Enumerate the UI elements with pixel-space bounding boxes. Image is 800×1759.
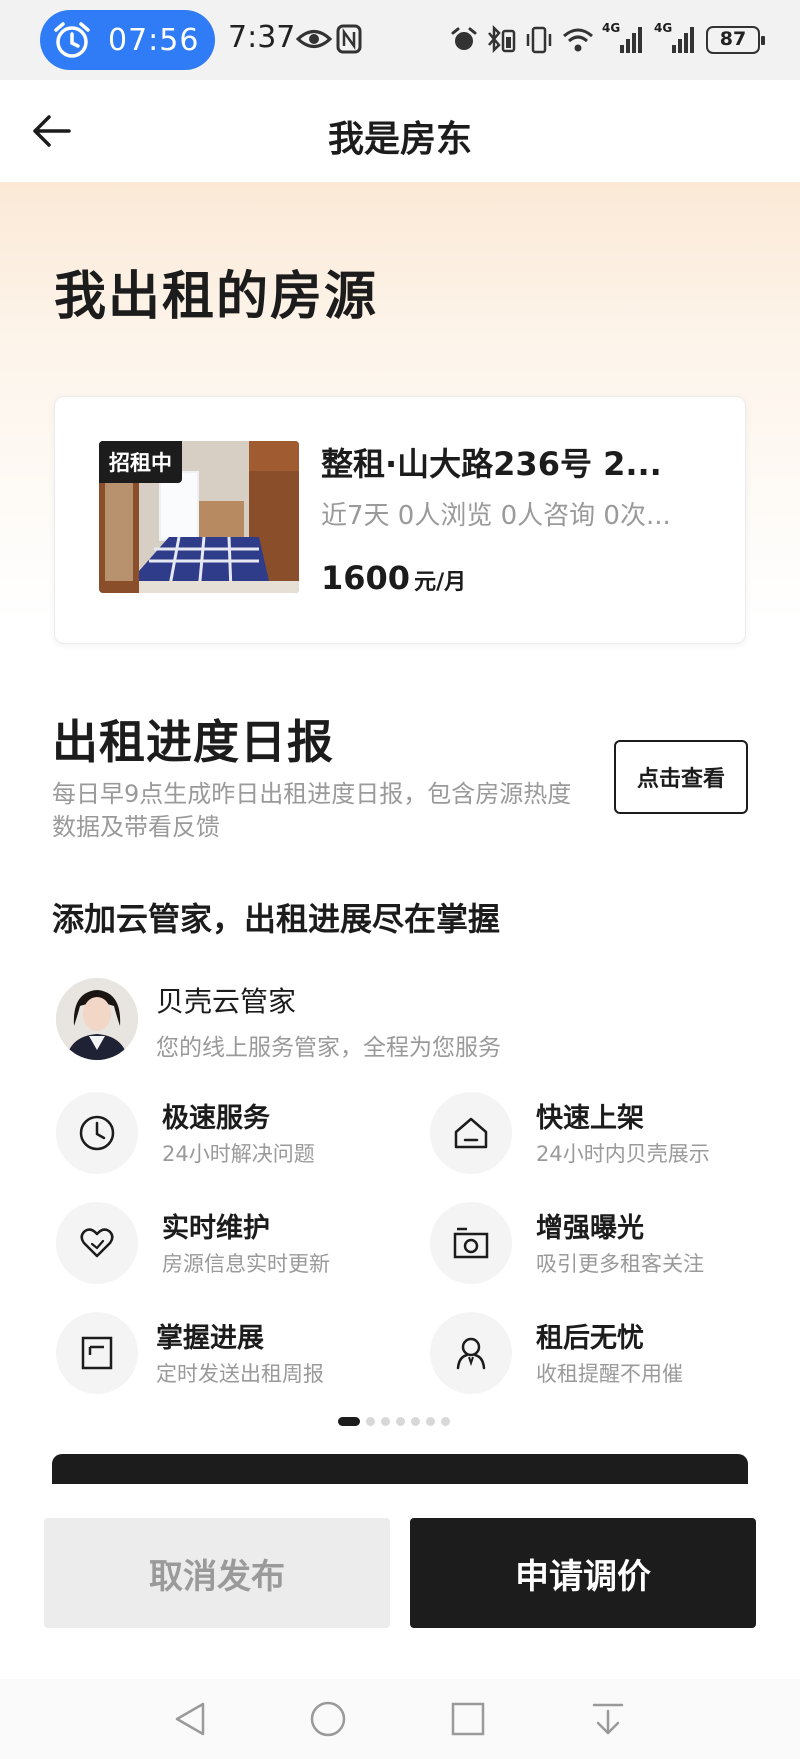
- signal-icon-1: 4G: [602, 21, 646, 55]
- alarm-pill[interactable]: 07:56: [40, 10, 215, 70]
- square-recents-icon: [451, 1702, 485, 1736]
- cancel-listing-button[interactable]: 取消发布: [44, 1518, 390, 1628]
- vibrate-icon: [526, 26, 552, 54]
- feature-item: 增强曝光 吸引更多租客关注: [430, 1202, 750, 1284]
- daily-report-description: 每日早9点生成昨日出租进度日报，包含房源热度数据及带看反馈: [52, 780, 572, 841]
- carousel-dot: [426, 1416, 435, 1426]
- carousel-dot: [366, 1416, 375, 1426]
- listing-title: 整租·山大路236号 2...: [321, 445, 662, 483]
- page-title: 我是房东: [327, 119, 472, 160]
- my-listings-title: 我出租的房源: [54, 267, 379, 327]
- status-bar: 07:56 7:37 4G 4G 87: [0, 0, 800, 80]
- alarm-time: 07:56: [108, 22, 200, 58]
- listing-status-badge: 招租中: [99, 441, 182, 483]
- carousel-dot: [411, 1416, 420, 1426]
- pull-down-icon: [592, 1703, 624, 1735]
- add-steward-button-partial[interactable]: [52, 1454, 748, 1484]
- feature-title: 实时维护: [162, 1213, 270, 1244]
- feature-item: 租后无忧 收租提醒不用催: [430, 1312, 750, 1394]
- feature-title: 极速服务: [162, 1103, 270, 1134]
- status-icons: 4G 4G 87: [450, 21, 765, 58]
- camera-icon: [430, 1202, 512, 1284]
- nav-recents-button[interactable]: [446, 1697, 490, 1741]
- battery-indicator: 87: [706, 26, 765, 54]
- feature-desc: 吸引更多租客关注: [536, 1252, 704, 1276]
- price-unit: 元/月: [414, 570, 467, 595]
- feature-title: 快速上架: [536, 1103, 644, 1134]
- feature-desc: 24小时解决问题: [162, 1142, 315, 1166]
- clock: 7:37: [228, 20, 296, 55]
- nav-back-button[interactable]: [168, 1697, 212, 1741]
- listing-card[interactable]: 招租中 整租·山大路236号 2... 近7天 0人浏览 0人咨询 0次... …: [54, 396, 746, 644]
- nav-notification-button[interactable]: [586, 1697, 630, 1741]
- feature-item: 快速上架 24小时内贝壳展示: [430, 1092, 750, 1174]
- document-icon: [56, 1312, 138, 1394]
- alarm-icon: [451, 27, 477, 50]
- steward-description: 您的线上服务管家，全程为您服务: [156, 1035, 501, 1061]
- daily-report-title: 出租进度日报: [52, 715, 334, 769]
- feature-title: 掌握进展: [156, 1323, 264, 1354]
- listing-price: 1600 元/月: [321, 559, 466, 597]
- system-navigation-bar: [0, 1679, 800, 1759]
- wifi-icon: [563, 28, 593, 52]
- carousel-dot: [441, 1416, 450, 1426]
- steward-name: 贝壳云管家: [156, 985, 297, 1018]
- carousel-dot: [381, 1416, 390, 1426]
- steward-avatar-image: [56, 978, 138, 1060]
- alarm-clock-icon: [54, 22, 90, 58]
- clock-icon: [56, 1092, 138, 1174]
- carousel-dot: [396, 1416, 405, 1426]
- app-header: 我是房东: [0, 80, 800, 182]
- feature-desc: 定时发送出租周报: [156, 1362, 324, 1386]
- cloud-steward-title: 添加云管家，出租进展尽在掌握: [52, 900, 501, 938]
- network-type-2: 4G: [654, 21, 673, 35]
- carousel-indicator: [338, 1416, 450, 1426]
- bluetooth-battery-icon: [488, 25, 516, 54]
- house-icon: [430, 1092, 512, 1174]
- feature-title: 增强曝光: [536, 1213, 644, 1244]
- view-report-button[interactable]: 点击查看: [614, 740, 748, 814]
- feature-desc: 房源信息实时更新: [162, 1252, 330, 1276]
- person-icon: [430, 1312, 512, 1394]
- feature-desc: 24小时内贝壳展示: [536, 1142, 710, 1166]
- request-price-adjust-button[interactable]: 申请调价: [410, 1518, 756, 1628]
- listing-photo: 招租中: [99, 441, 299, 593]
- feature-item: 极速服务 24小时解决问题: [56, 1092, 376, 1174]
- feature-item: 实时维护 房源信息实时更新: [56, 1202, 376, 1284]
- listing-stats: 近7天 0人浏览 0人咨询 0次...: [321, 501, 671, 531]
- bottom-action-bar: 取消发布 申请调价: [0, 1484, 800, 1679]
- carousel-dot-active: [338, 1416, 360, 1426]
- triangle-back-icon: [175, 1702, 205, 1736]
- nav-home-button[interactable]: [306, 1697, 350, 1741]
- eye-icon: [296, 30, 332, 48]
- network-type-1: 4G: [602, 21, 621, 35]
- circle-home-icon: [310, 1701, 346, 1737]
- feature-title: 租后无忧: [536, 1323, 644, 1354]
- feature-item: 掌握进展 定时发送出租周报: [56, 1312, 376, 1394]
- avatar: [56, 978, 138, 1060]
- heart-icon: [56, 1202, 138, 1284]
- nfc-icon: [336, 24, 362, 54]
- feature-desc: 收租提醒不用催: [536, 1362, 683, 1386]
- signal-icon-2: 4G: [654, 21, 698, 55]
- price-value: 1600: [321, 559, 411, 597]
